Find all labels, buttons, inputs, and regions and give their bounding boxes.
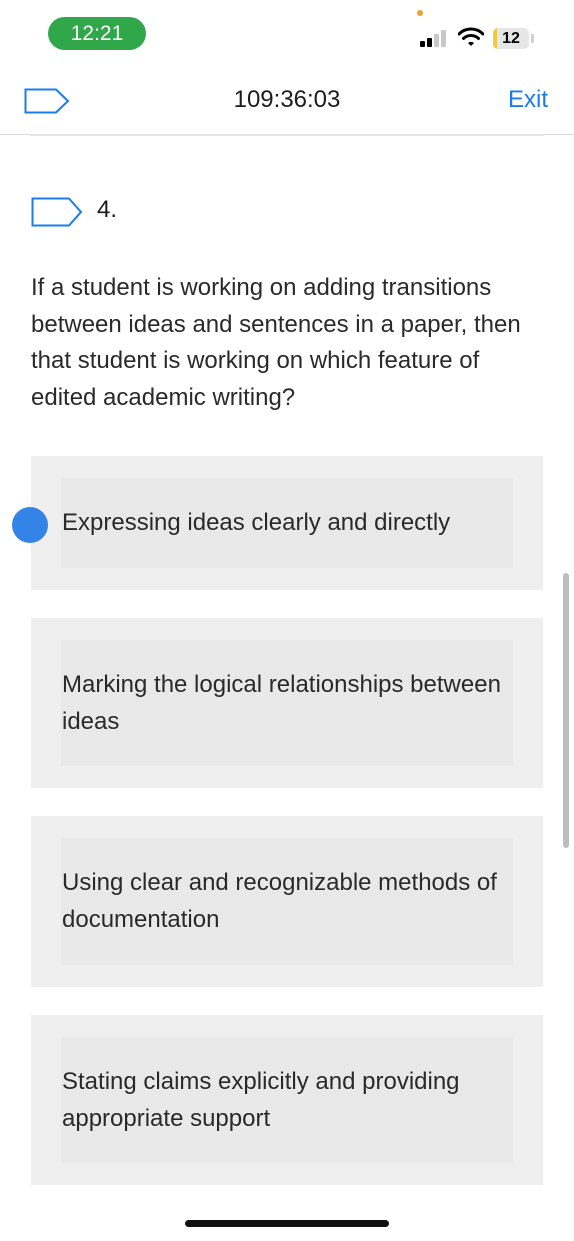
scrollbar[interactable] bbox=[563, 573, 569, 848]
answer-option-2[interactable]: Marking the logical relationships betwee… bbox=[31, 618, 543, 788]
cellular-signal-icon bbox=[420, 29, 450, 47]
answer-option-1[interactable]: Expressing ideas clearly and directly bbox=[31, 456, 543, 590]
flag-question-icon[interactable] bbox=[31, 197, 83, 227]
wifi-icon bbox=[458, 27, 484, 46]
question-text: If a student is working on adding transi… bbox=[31, 274, 521, 411]
battery-icon: 12 bbox=[493, 28, 529, 49]
status-time: 12:21 bbox=[48, 17, 146, 50]
battery-level: 12 bbox=[502, 30, 520, 47]
exam-timer: 109:36:03 bbox=[233, 86, 341, 113]
option-label: Marking the logical relationships betwee… bbox=[62, 671, 501, 735]
home-indicator[interactable] bbox=[185, 1220, 389, 1227]
answer-option-3[interactable]: Using clear and recognizable methods of … bbox=[31, 816, 543, 987]
selected-radio-icon[interactable] bbox=[12, 507, 48, 543]
status-bar: 12:21 12 bbox=[0, 0, 574, 66]
battery-cap bbox=[531, 34, 534, 43]
header-divider bbox=[30, 134, 544, 136]
privacy-indicator-dot bbox=[417, 10, 423, 16]
answer-option-4[interactable]: Stating claims explicitly and providing … bbox=[31, 1015, 543, 1185]
option-label: Using clear and recognizable methods of … bbox=[62, 869, 497, 933]
option-label: Expressing ideas clearly and directly bbox=[62, 509, 451, 536]
exit-button[interactable]: Exit bbox=[508, 86, 548, 114]
exam-header: 109:36:03 Exit bbox=[0, 66, 574, 135]
question-number: 4. bbox=[97, 196, 118, 223]
option-label: Stating claims explicitly and providing … bbox=[62, 1068, 460, 1132]
